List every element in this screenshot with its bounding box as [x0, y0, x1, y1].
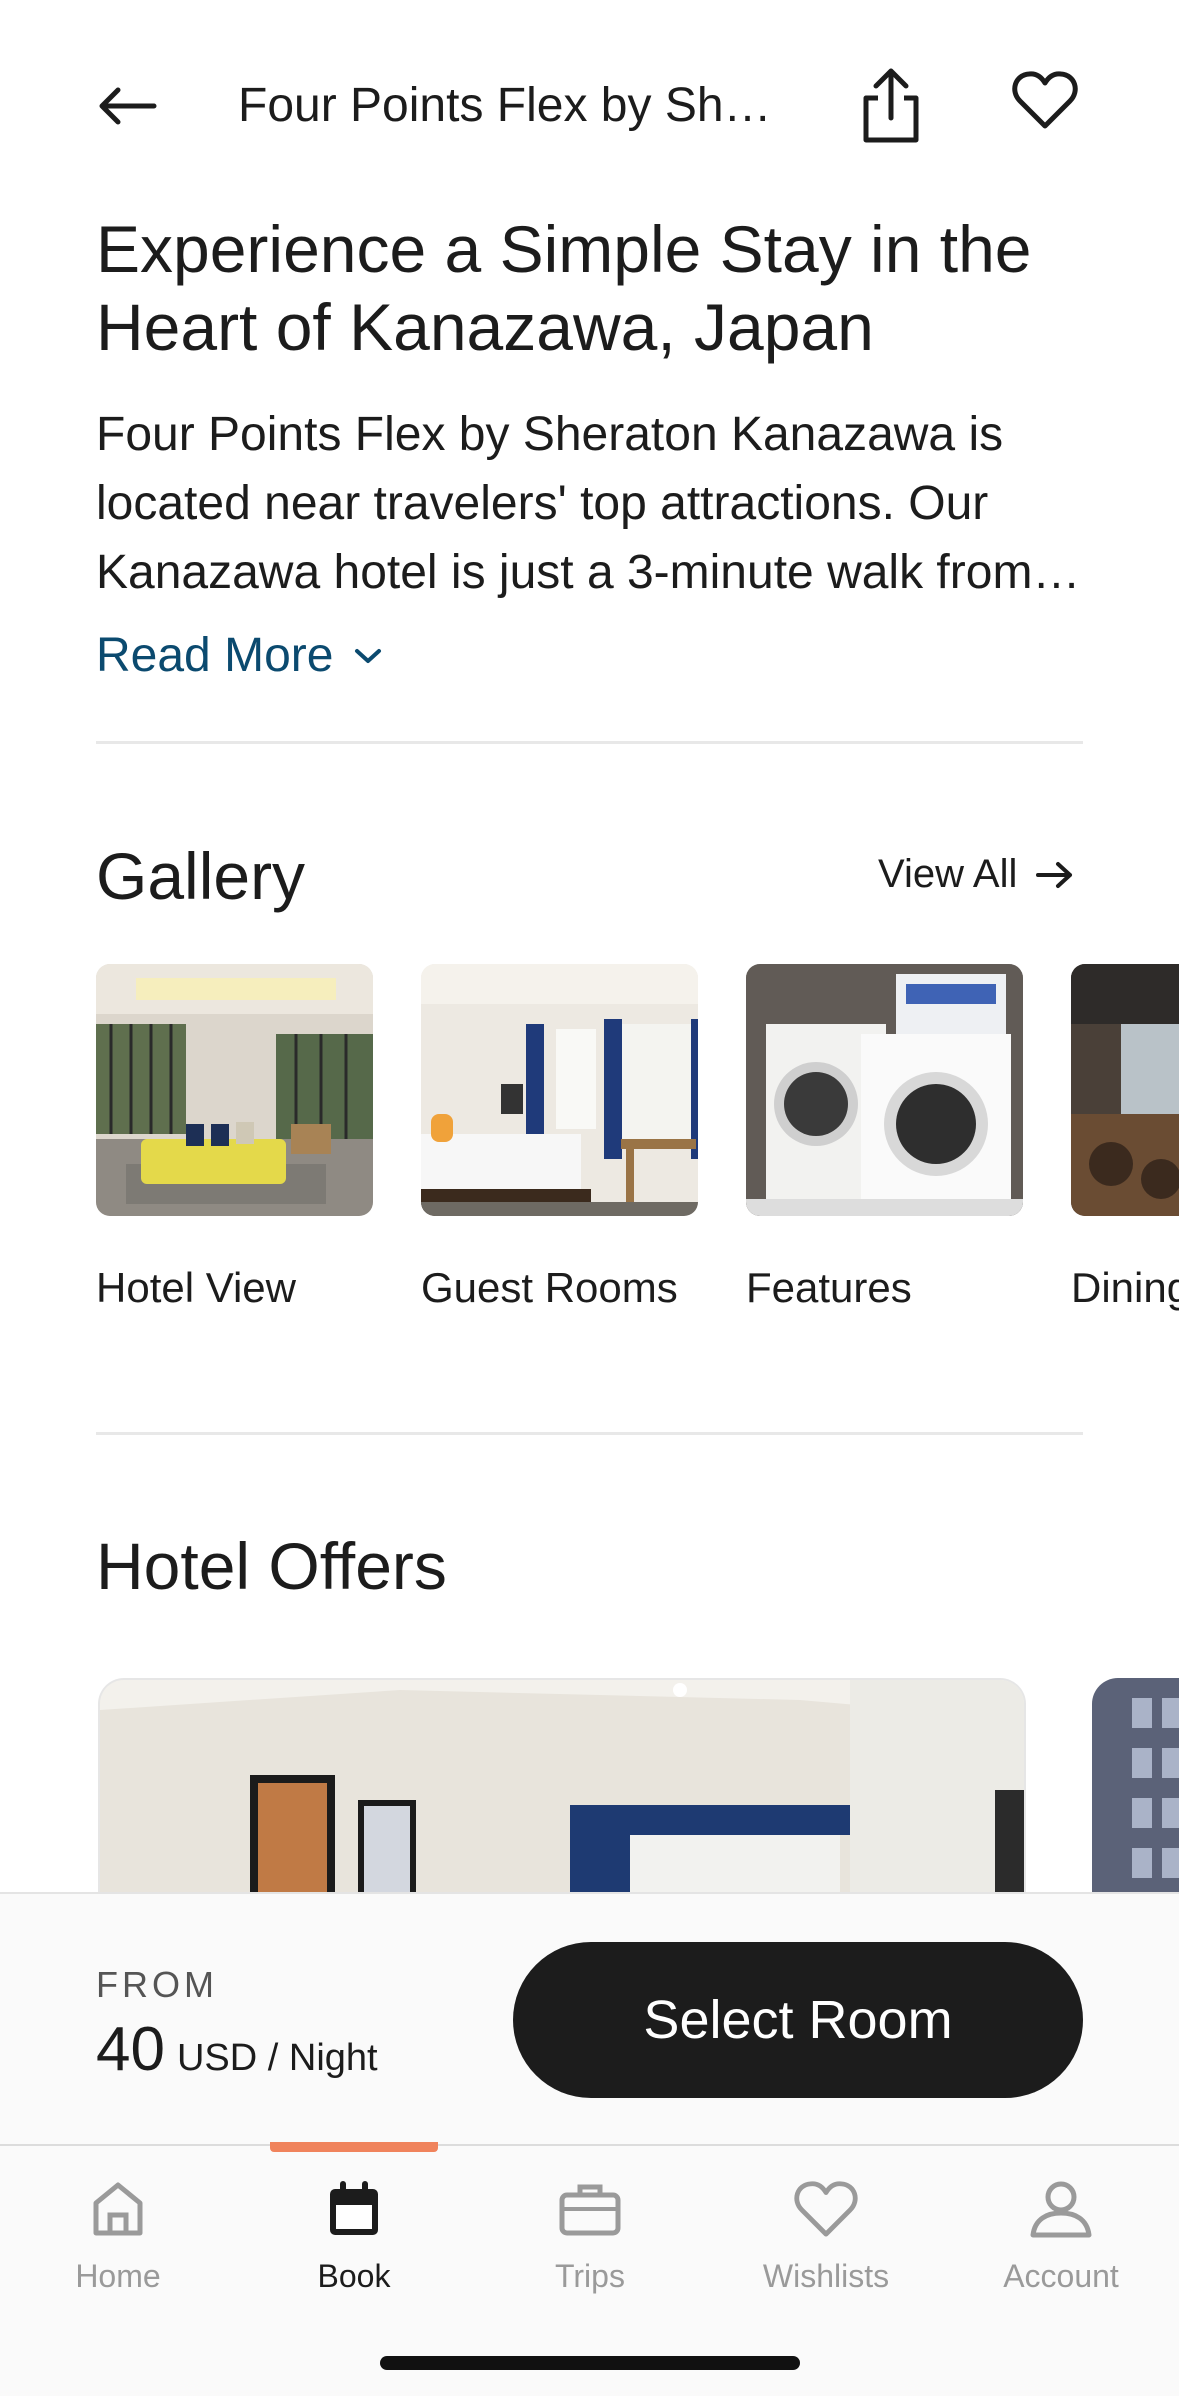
home-indicator	[380, 2356, 800, 2370]
tab-book-label: Book	[317, 2258, 391, 2294]
home-icon	[93, 2182, 143, 2236]
chevron-down-icon	[355, 648, 382, 663]
calendar-icon	[330, 2181, 378, 2235]
hotel-headline: Experience a Simple Stay in the Heart of…	[96, 212, 1032, 364]
divider	[96, 1432, 1083, 1435]
page-title: Four Points Flex by Sh…	[238, 79, 772, 132]
gallery-title: Gallery	[96, 839, 306, 913]
tab-wishlists[interactable]: Wishlists	[708, 2146, 944, 2336]
view-all-label: View All	[878, 852, 1018, 896]
gallery-label-dining: Dining	[1071, 1264, 1179, 1311]
hotel-view-image	[96, 964, 373, 1216]
select-room-button[interactable]: Select Room	[513, 1942, 1083, 2098]
offers-title: Hotel Offers	[96, 1529, 447, 1603]
hotel-description: Four Points Flex by Sheraton Kanazawa is…	[96, 400, 1092, 607]
hotel-description-text: Four Points Flex by Sheraton Kanazawa is…	[96, 408, 1081, 599]
gallery-label-features: Features	[746, 1264, 912, 1311]
favorite-button[interactable]	[1012, 70, 1082, 140]
view-all-button[interactable]: View All	[878, 852, 1075, 897]
arrow-right-icon	[1036, 861, 1073, 888]
gallery-thumb-guest-rooms[interactable]	[421, 964, 698, 1216]
offer-card[interactable]	[98, 1678, 1026, 1898]
tab-wishlists-label: Wishlists	[762, 2258, 890, 2294]
gallery-thumb-dining[interactable]	[1071, 964, 1179, 1216]
tab-trips[interactable]: Trips	[472, 2146, 708, 2336]
gallery-thumb-features[interactable]	[746, 964, 1023, 1216]
offer-card[interactable]	[1092, 1678, 1179, 1898]
laundry-image	[746, 964, 1023, 1216]
gallery-label-hotel-view: Hotel View	[96, 1264, 296, 1311]
share-icon	[863, 68, 919, 143]
person-icon	[1030, 2181, 1092, 2238]
arrow-left-icon	[99, 87, 157, 125]
price-unit: USD / Night	[176, 2037, 378, 2079]
price: 40 USD / Night	[96, 2014, 378, 2085]
top-bar: Four Points Flex by Sh…	[0, 0, 1179, 210]
offer-building-image	[1092, 1678, 1179, 1898]
gallery-label-guest-rooms: Guest Rooms	[421, 1264, 678, 1311]
tab-home-label: Home	[75, 2258, 161, 2294]
back-button[interactable]	[96, 76, 166, 136]
offer-room-image	[100, 1680, 1024, 1898]
guest-room-image	[421, 964, 698, 1216]
tab-trips-label: Trips	[555, 2258, 625, 2294]
dining-image	[1071, 964, 1179, 1216]
price-amount: 40	[96, 2015, 165, 2084]
from-label: FROM	[96, 1964, 218, 2005]
tab-account-label: Account	[1003, 2258, 1119, 2294]
divider	[96, 741, 1083, 744]
share-button[interactable]	[858, 66, 924, 146]
tab-book[interactable]: Book	[236, 2146, 472, 2336]
heart-icon	[1012, 71, 1078, 129]
tab-home[interactable]: Home	[0, 2146, 236, 2336]
read-more-label: Read More	[96, 629, 334, 682]
briefcase-icon	[559, 2184, 621, 2236]
tab-account[interactable]: Account	[943, 2146, 1179, 2336]
gallery-thumb-hotel-view[interactable]	[96, 964, 373, 1216]
booking-bar: FROM 40 USD / Night Select Room	[0, 1892, 1179, 2144]
read-more-button[interactable]: Read More	[96, 628, 383, 683]
heart-icon	[794, 2181, 858, 2237]
